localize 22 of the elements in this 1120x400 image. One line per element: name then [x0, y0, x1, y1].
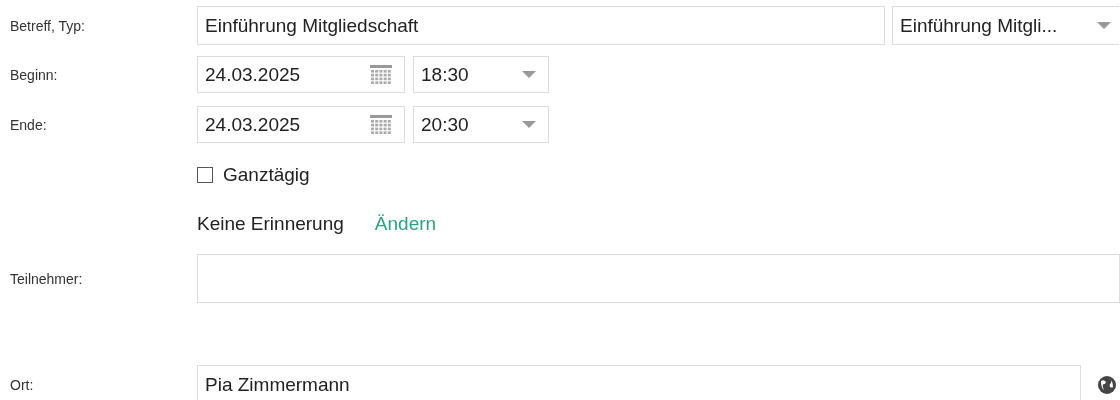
field-label: Betreff, Typ: — [9, 17, 86, 34]
time-dropdown[interactable]: 18:30 — [413, 56, 549, 93]
calendar-icon[interactable] — [370, 64, 392, 85]
dropdown-caret-icon[interactable] — [522, 120, 536, 129]
field-label: Beginn: — [9, 66, 59, 83]
globe-icon[interactable] — [1097, 375, 1117, 395]
location-field[interactable]: Pia Zimmermann — [197, 365, 1081, 400]
field-label: Teilnehmer: — [9, 270, 84, 287]
participants-field[interactable] — [197, 254, 1120, 303]
subject-field[interactable]: Einführung Mitgliedschaft — [197, 6, 885, 45]
type-dropdown[interactable]: Einführung Mitgli... — [892, 6, 1119, 45]
date-field[interactable]: 24.03.2025 — [197, 106, 405, 143]
checkbox[interactable] — [197, 167, 213, 183]
field-label: Ende: — [9, 116, 48, 133]
time-dropdown[interactable]: 20:30 — [413, 106, 549, 143]
calendar-icon[interactable] — [370, 114, 392, 135]
field-label: Ort: — [9, 377, 35, 393]
dropdown-caret-icon[interactable] — [1097, 21, 1111, 30]
dropdown-caret-icon[interactable] — [522, 70, 536, 79]
reminder-text: Keine Erinnerung — [197, 213, 344, 235]
checkbox-label[interactable]: Ganztägig — [223, 164, 310, 186]
date-field[interactable]: 24.03.2025 — [197, 56, 405, 93]
